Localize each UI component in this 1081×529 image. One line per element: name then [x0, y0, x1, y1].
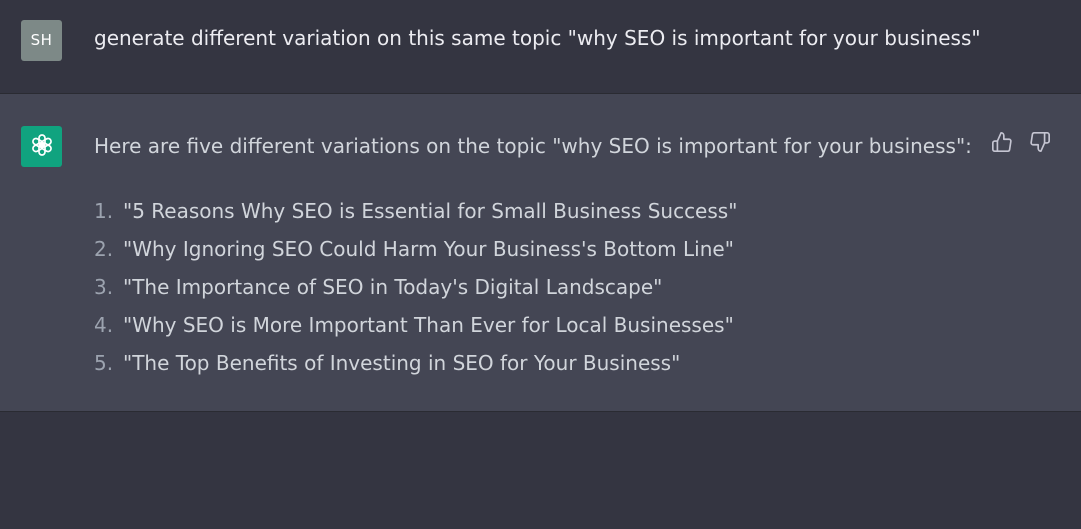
thumbs-down-icon	[1029, 131, 1051, 157]
chat-page: SH generate different variation on this …	[0, 0, 1081, 529]
assistant-avatar	[21, 126, 62, 167]
openai-logo-icon	[28, 131, 56, 163]
list-item-number: 3.	[94, 275, 114, 299]
variations-list: 1. "5 Reasons Why SEO is Essential for S…	[94, 197, 737, 387]
list-item-number: 2.	[94, 237, 114, 261]
user-message-text: generate different variation on this sam…	[94, 26, 981, 50]
list-item: 2. "Why Ignoring SEO Could Harm Your Bus…	[94, 235, 737, 273]
assistant-intro-text: Here are five different variations on th…	[94, 134, 972, 158]
list-item-number: 5.	[94, 351, 114, 375]
thumbs-down-button[interactable]	[1028, 132, 1052, 156]
list-item-text: "5 Reasons Why SEO is Essential for Smal…	[123, 199, 738, 223]
list-item: 1. "5 Reasons Why SEO is Essential for S…	[94, 197, 737, 235]
list-item-number: 4.	[94, 313, 114, 337]
thumbs-up-icon	[991, 131, 1013, 157]
list-item-text: "Why SEO is More Important Than Ever for…	[123, 313, 734, 337]
user-avatar: SH	[21, 20, 62, 61]
list-item: 5. "The Top Benefits of Investing in SEO…	[94, 349, 737, 387]
list-item-number: 1.	[94, 199, 114, 223]
list-item: 3. "The Importance of SEO in Today's Dig…	[94, 273, 737, 311]
user-message: SH generate different variation on this …	[0, 0, 1081, 94]
assistant-message: Here are five different variations on th…	[0, 94, 1081, 412]
list-item-text: "Why Ignoring SEO Could Harm Your Busine…	[123, 237, 734, 261]
thumbs-up-button[interactable]	[990, 132, 1014, 156]
list-item-text: "The Top Benefits of Investing in SEO fo…	[123, 351, 681, 375]
list-item: 4. "Why SEO is More Important Than Ever …	[94, 311, 737, 349]
list-item-text: "The Importance of SEO in Today's Digita…	[123, 275, 663, 299]
